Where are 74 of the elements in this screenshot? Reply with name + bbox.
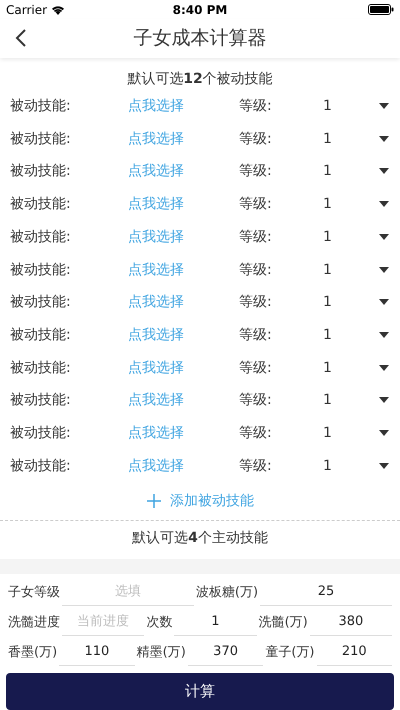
level-value[interactable]: 1: [323, 392, 363, 408]
field-label: 子女等级: [8, 584, 60, 602]
level-value[interactable]: 1: [323, 130, 363, 147]
level-value[interactable]: 1: [323, 360, 363, 376]
caret-icon[interactable]: [379, 136, 389, 142]
level-value[interactable]: 1: [323, 326, 363, 343]
level-label: 等级:: [239, 358, 273, 377]
level-label: 等级:: [239, 260, 273, 278]
level-label: 等级:: [239, 195, 273, 214]
caret-icon[interactable]: [379, 299, 389, 306]
level-label: 等级:: [239, 228, 273, 246]
level-value[interactable]: 1: [323, 262, 363, 278]
field-label: 洗髓进度: [8, 614, 60, 632]
field-label: 次数: [146, 614, 172, 632]
input-field[interactable]: 370: [188, 638, 264, 666]
level-value[interactable]: 1: [323, 424, 363, 441]
level-value[interactable]: 1: [323, 458, 363, 474]
caret-icon[interactable]: [379, 397, 389, 404]
skill-label: 被动技能:: [10, 97, 72, 116]
caret-icon[interactable]: [379, 234, 389, 240]
level-label: 等级:: [239, 97, 273, 116]
skill-label: 被动技能:: [10, 424, 72, 442]
status-time: 8:40 PM: [172, 2, 228, 17]
level-value[interactable]: 1: [323, 196, 363, 212]
input-field[interactable]: 选填: [62, 578, 194, 606]
level-label: 等级:: [239, 293, 273, 312]
level-label: 等级:: [239, 391, 273, 410]
field-label: 精墨(万): [136, 644, 186, 662]
caret-icon[interactable]: [379, 364, 389, 371]
field-label: 洗髓(万): [258, 614, 308, 632]
skill-label: 被动技能:: [10, 456, 72, 475]
level-label: 等级:: [239, 326, 273, 344]
skill-label: 被动技能:: [10, 130, 72, 148]
level-label: 等级:: [239, 424, 273, 442]
skill-label: 被动技能:: [10, 358, 72, 377]
level-value[interactable]: 1: [323, 163, 363, 180]
input-field[interactable]: 380: [310, 608, 392, 636]
caret-icon[interactable]: [379, 462, 389, 469]
input-field[interactable]: 210: [316, 638, 392, 666]
skill-label: 被动技能:: [10, 293, 72, 312]
level-label: 等级:: [239, 162, 273, 180]
caret-icon[interactable]: [379, 168, 389, 174]
field-label: 波板糖(万): [196, 584, 258, 602]
input-field[interactable]: 110: [59, 638, 135, 666]
caret-icon[interactable]: [379, 430, 389, 436]
input-field[interactable]: 1: [174, 608, 257, 636]
skill-label: 被动技能:: [10, 391, 72, 410]
caret-icon[interactable]: [379, 103, 389, 110]
level-label: 等级:: [239, 130, 273, 148]
level-value[interactable]: 1: [323, 98, 363, 114]
level-value[interactable]: 1: [323, 228, 363, 245]
page-title: 子女成本计算器: [134, 26, 266, 52]
caret-icon[interactable]: [379, 266, 389, 272]
skill-label: 被动技能:: [10, 228, 72, 246]
skill-label: 被动技能:: [10, 326, 72, 344]
plus-icon: [146, 492, 162, 509]
skill-label: 被动技能:: [10, 162, 72, 180]
field-label: 童子(万): [265, 644, 314, 662]
skill-label: 被动技能:: [10, 260, 72, 278]
carrier-label: Carrier: [6, 2, 48, 17]
caret-icon[interactable]: [379, 201, 389, 208]
calculate-button[interactable]: 计算: [6, 673, 394, 710]
wifi-icon: [51, 4, 66, 15]
level-label: 等级:: [239, 456, 273, 475]
section-heading: 默认可选4个主动技能: [131, 528, 269, 548]
level-value[interactable]: 1: [323, 294, 363, 310]
field-label: 香墨(万): [8, 644, 58, 662]
battery-icon: [368, 4, 394, 16]
caret-icon[interactable]: [379, 332, 389, 338]
input-field[interactable]: 当前进度: [62, 608, 144, 636]
back-icon[interactable]: [15, 28, 27, 48]
skill-label: 被动技能:: [10, 195, 72, 214]
input-field[interactable]: 25: [260, 578, 392, 606]
section-heading: 默认可选12个被动技能: [126, 70, 274, 89]
